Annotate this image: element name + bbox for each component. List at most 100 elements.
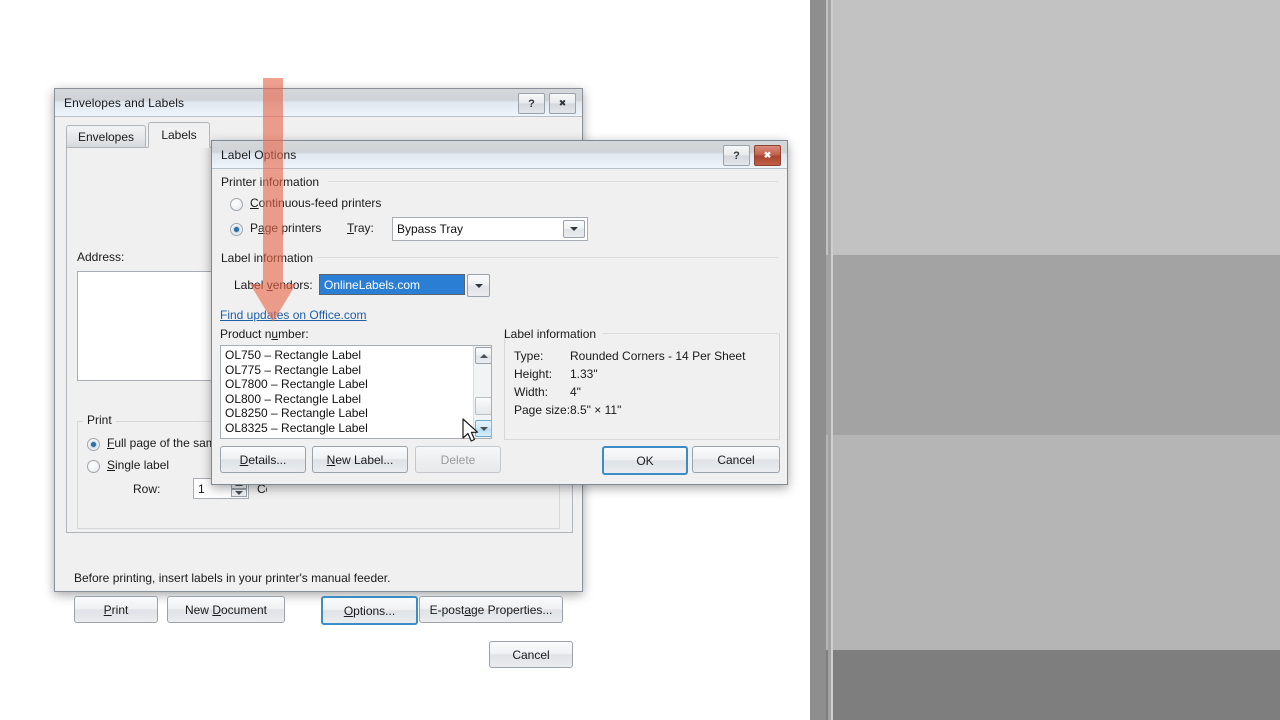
label-info-value: 8.5" × 11" <box>570 403 622 417</box>
panel-edge-highlight <box>831 0 833 720</box>
list-item[interactable]: OL775 – Rectangle Label <box>221 363 491 378</box>
product-number-items: OL750 – Rectangle Label OL775 – Rectangl… <box>221 346 491 435</box>
row-value: 1 <box>198 481 205 496</box>
scrollbar-thumb[interactable] <box>475 397 491 415</box>
label-info-key: Width: <box>514 385 549 399</box>
scroll-up-button[interactable] <box>475 347 491 364</box>
label-vendors-label: Label vendors: <box>234 278 313 292</box>
print-button[interactable]: Print <box>74 596 158 623</box>
tray-combobox[interactable]: Bypass Tray <box>392 217 588 241</box>
envelopes-titlebar[interactable]: Envelopes and Labels ? ✖ <box>55 89 582 117</box>
list-item[interactable]: OL800 – Rectangle Label <box>221 392 491 407</box>
label-info-value: 4" <box>570 385 581 399</box>
e-postage-properties-button[interactable]: E-postage Properties... <box>419 596 563 623</box>
print-hint: Before printing, insert labels in your p… <box>74 571 391 585</box>
details-button-label: Details... <box>239 452 287 467</box>
tab-labels-label: Labels <box>161 128 197 142</box>
radio-page-printers-label: Page printers <box>250 221 322 235</box>
tray-label: Tray: <box>347 221 374 235</box>
close-icon[interactable]: ✖ <box>549 93 576 114</box>
tab-labels[interactable]: Labels <box>148 122 210 148</box>
list-item[interactable]: OL8250 – Rectangle Label <box>221 406 491 421</box>
help-icon[interactable]: ? <box>723 145 750 166</box>
label-information-rule <box>317 257 778 258</box>
ok-button[interactable]: OK <box>602 446 688 475</box>
help-icon[interactable]: ? <box>518 93 545 114</box>
gray-band-2 <box>810 255 1280 435</box>
scroll-down-button[interactable] <box>475 420 491 437</box>
details-button[interactable]: Details... <box>220 446 306 473</box>
label-info-key: Page size: <box>514 403 571 417</box>
label-options-title: Label Options <box>221 147 297 162</box>
envelopes-title: Envelopes and Labels <box>64 95 185 110</box>
gray-band-4 <box>810 650 1280 720</box>
tray-dropdown-arrow[interactable] <box>563 220 585 238</box>
label-vendors-combobox[interactable]: OnlineLabels.com <box>319 274 465 295</box>
new-label-button-label: New Label... <box>326 452 394 467</box>
radio-full-page[interactable] <box>87 438 100 451</box>
list-item[interactable]: OL7800 – Rectangle Label <box>221 377 491 392</box>
chevron-down-icon <box>235 490 243 495</box>
delete-button: Delete <box>415 446 501 473</box>
label-vendors-label-rest: endors: <box>272 278 313 292</box>
label-vendors-dropdown-arrow[interactable] <box>467 274 490 297</box>
delete-button-label: Delete <box>440 452 476 467</box>
row-spin-down[interactable] <box>231 488 247 497</box>
label-options-cancel-label: Cancel <box>717 452 755 467</box>
triangle-up-icon <box>479 353 488 358</box>
options-button[interactable]: Options... <box>321 596 418 625</box>
triangle-down-icon <box>479 426 488 431</box>
tray-value: Bypass Tray <box>397 222 464 236</box>
product-number-listbox[interactable]: OL750 – Rectangle Label OL775 – Rectangl… <box>220 345 492 439</box>
label-vendors-value: OnlineLabels.com <box>324 277 421 292</box>
e-postage-properties-button-label: E-postage Properties... <box>429 602 553 617</box>
gray-band-3 <box>810 435 1280 650</box>
radio-continuous-feed-printers[interactable] <box>230 198 243 211</box>
new-document-button-label: New Document <box>184 602 268 617</box>
row-label: Row: <box>133 482 161 496</box>
label-info-value: Rounded Corners - 14 Per Sheet <box>570 349 746 363</box>
label-info-key: Height: <box>514 367 553 381</box>
radio-page-printers[interactable] <box>230 223 243 236</box>
list-item[interactable]: OL8325 – Rectangle Label <box>221 421 491 436</box>
new-document-button[interactable]: New Document <box>167 596 285 623</box>
label-options-cancel-button[interactable]: Cancel <box>692 446 780 473</box>
new-label-button[interactable]: New Label... <box>312 446 408 473</box>
product-number-label: Product number: <box>220 327 309 341</box>
product-number-label-rest: mber: <box>278 327 309 341</box>
page-printers-label-rest: ge printers <box>264 221 322 235</box>
label-options-titlebar-buttons: ? ✖ <box>723 145 781 166</box>
tab-envelopes[interactable]: Envelopes <box>66 125 146 148</box>
address-textarea[interactable] <box>77 271 213 381</box>
chevron-down-icon <box>474 283 483 288</box>
envelopes-titlebar-buttons: ? ✖ <box>518 93 576 114</box>
tab-envelopes-label: Envelopes <box>77 130 135 144</box>
chevron-down-icon <box>570 227 578 231</box>
close-icon[interactable]: ✖ <box>754 145 781 166</box>
product-number-scrollbar[interactable] <box>473 346 491 438</box>
address-value <box>78 272 82 275</box>
find-updates-link[interactable]: Find updates on Office.com <box>220 308 367 322</box>
tray-label-rest: ray: <box>353 221 374 235</box>
print-button-label: Print <box>103 602 129 617</box>
radio-single-label-label: Single label <box>107 458 170 472</box>
single-label-label-rest: ingle label <box>115 458 170 472</box>
gray-band-1 <box>810 0 1280 255</box>
radio-single-label[interactable] <box>87 460 100 473</box>
right-gray-panel <box>810 0 1280 720</box>
radio-continuous-feed-printers-label: Continuous-feed printers <box>250 196 382 210</box>
print-group-title: Print <box>83 413 116 427</box>
label-options-dialog: Label Options ? ✖ Printer information Co… <box>211 140 788 485</box>
address-label: Address: <box>77 250 125 264</box>
screen: Envelopes and Labels ? ✖ Envelopes Label… <box>0 0 1280 720</box>
label-info-value: 1.33" <box>570 367 598 381</box>
options-button-label: Options... <box>343 603 396 618</box>
envelopes-cancel-button[interactable]: Cancel <box>489 641 573 668</box>
panel-left-edge <box>810 0 826 720</box>
printer-information-rule <box>328 181 778 182</box>
label-info-key: Type: <box>514 349 544 363</box>
envelopes-cancel-label: Cancel <box>512 647 550 662</box>
printer-information-title: Printer information <box>221 175 320 189</box>
label-options-titlebar[interactable]: Label Options ? ✖ <box>212 141 787 169</box>
list-item[interactable]: OL750 – Rectangle Label <box>221 348 491 363</box>
